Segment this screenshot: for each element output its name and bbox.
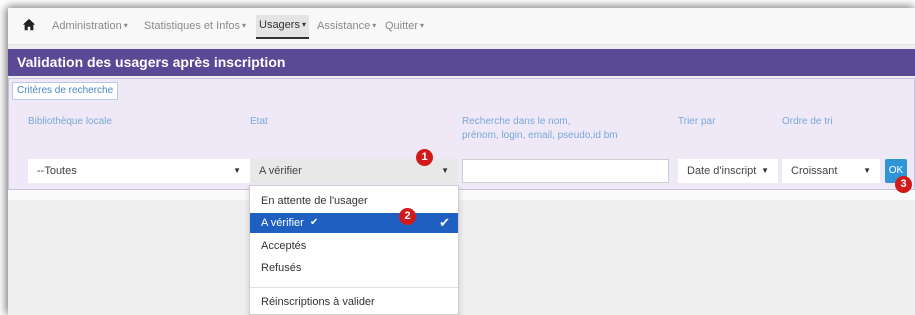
annotation-badge-1: 1 bbox=[416, 149, 433, 166]
checkmark-icon: ✔ bbox=[439, 215, 450, 230]
etat-option-a-verifier-label: A vérifier bbox=[261, 217, 304, 229]
search-criteria-tab[interactable]: Critères de recherche bbox=[12, 82, 119, 100]
recherche-input[interactable] bbox=[462, 159, 669, 183]
bibliotheque-label: Bibliothèque locale bbox=[28, 116, 112, 127]
page-title: Validation des usagers après inscription bbox=[17, 54, 286, 70]
etat-option-reinscriptions[interactable]: Réinscriptions à valider bbox=[250, 292, 458, 312]
nav-statistiques[interactable]: Statistiques et Infos ▾ bbox=[144, 16, 246, 38]
checkmark-icon: ✔ bbox=[310, 217, 319, 228]
chevron-down-icon: ▼ bbox=[233, 166, 241, 175]
bibliotheque-select[interactable]: --Toutes ▼ bbox=[28, 159, 250, 183]
etat-option-en-attente[interactable]: En attente de l'usager bbox=[250, 191, 458, 211]
nav-administration[interactable]: Administration ▾ bbox=[52, 16, 128, 38]
annotation-badge-3: 3 bbox=[895, 176, 912, 193]
page-title-bar: Validation des usagers après inscription bbox=[8, 49, 915, 76]
etat-option-a-verifier[interactable]: A vérifier ✔ ✔ bbox=[250, 213, 458, 233]
recherche-label-line2: prénom, login, email, pseudo,id bm bbox=[462, 130, 618, 141]
ordre-label: Ordre de tri bbox=[782, 116, 833, 127]
chevron-down-icon: ▼ bbox=[441, 166, 449, 175]
search-panel: Critères de recherche Bibliothèque local… bbox=[8, 78, 915, 190]
nav-quitter[interactable]: Quitter ▾ bbox=[385, 16, 424, 38]
recherche-label-line1: Recherche dans le nom, bbox=[462, 116, 571, 127]
nav-assistance[interactable]: Assistance ▾ bbox=[317, 16, 376, 38]
ordre-select-value: Croissant bbox=[791, 165, 838, 177]
etat-select-value: A vérifier bbox=[259, 165, 302, 177]
top-navbar: Administration ▾ Statistiques et Infos ▾ U… bbox=[8, 8, 915, 45]
trier-select-value: Date d'inscript bbox=[687, 165, 757, 177]
nav-usagers[interactable]: Usagers ▾ bbox=[256, 15, 309, 39]
etat-dropdown-menu: En attente de l'usager A vérifier ✔ ✔ Ac… bbox=[249, 185, 459, 315]
etat-option-refuses[interactable]: Refusés bbox=[250, 258, 458, 278]
bibliotheque-select-value: --Toutes bbox=[37, 165, 77, 177]
app-window: Administration ▾ Statistiques et Infos ▾ U… bbox=[8, 8, 915, 315]
etat-option-acceptes[interactable]: Acceptés bbox=[250, 236, 458, 256]
chevron-down-icon: ▼ bbox=[863, 166, 871, 175]
content-area bbox=[8, 190, 915, 200]
home-icon[interactable] bbox=[22, 18, 36, 32]
menu-divider bbox=[250, 287, 458, 288]
trier-select[interactable]: Date d'inscript ▼ bbox=[678, 159, 778, 183]
ordre-select[interactable]: Croissant ▼ bbox=[782, 159, 880, 183]
trier-label: Trier par bbox=[678, 116, 716, 127]
etat-label: Etat bbox=[250, 116, 268, 127]
chevron-down-icon: ▼ bbox=[761, 166, 769, 175]
annotation-badge-2: 2 bbox=[399, 208, 416, 225]
